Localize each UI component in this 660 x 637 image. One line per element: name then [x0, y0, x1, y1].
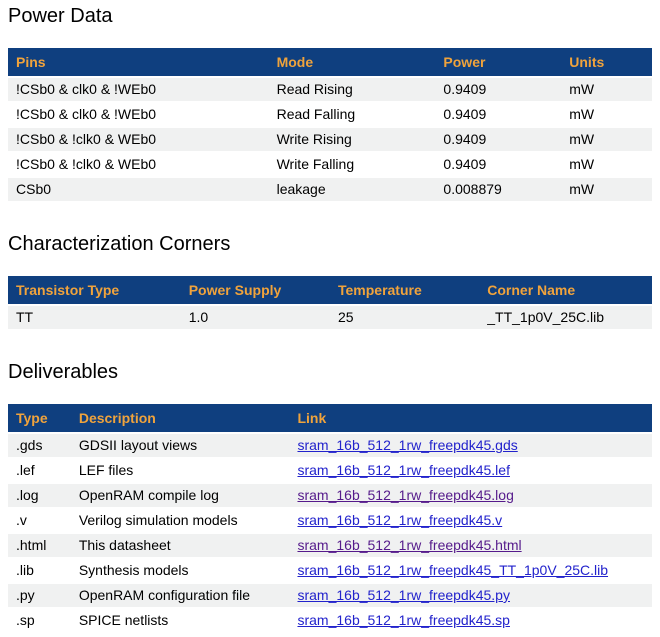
table-row: !CSb0 & clk0 & !WEb0Read Falling0.9409mW	[8, 103, 652, 126]
file-type-cell: .py	[8, 584, 71, 607]
table-cell: Write Rising	[269, 128, 436, 151]
column-header-power-supply: Power Supply	[181, 276, 330, 304]
table-cell: 0.9409	[435, 153, 561, 176]
file-link[interactable]: sram_16b_512_1rw_freepdk45.py	[297, 587, 509, 603]
column-header-units: Units	[561, 48, 652, 76]
column-header-pins: Pins	[8, 48, 269, 76]
file-description-cell: This datasheet	[71, 534, 290, 557]
section-power-data: Power Data PinsModePowerUnits !CSb0 & cl…	[8, 5, 652, 203]
power-data-header-row: PinsModePowerUnits	[8, 48, 652, 76]
characterization-corners-title: Characterization Corners	[8, 233, 652, 256]
file-link[interactable]: sram_16b_512_1rw_freepdk45.v	[297, 512, 502, 528]
table-cell: mW	[561, 178, 652, 201]
file-description-cell: OpenRAM configuration file	[71, 584, 290, 607]
table-row: .vVerilog simulation models sram_16b_512_…	[8, 509, 652, 532]
table-cell: 0.008879	[435, 178, 561, 201]
column-header-temperature: Temperature	[330, 276, 479, 304]
table-row: .logOpenRAM compile log sram_16b_512_1rw_…	[8, 484, 652, 507]
table-cell: 0.9409	[435, 78, 561, 101]
deliverables-body: .gdsGDSII layout views sram_16b_512_1rw_f…	[8, 434, 652, 632]
table-row: .htmlThis datasheet sram_16b_512_1rw_free…	[8, 534, 652, 557]
file-type-cell: .gds	[8, 434, 71, 457]
power-data-body: !CSb0 & clk0 & !WEb0Read Rising0.9409mW!…	[8, 78, 652, 201]
file-type-cell: .log	[8, 484, 71, 507]
column-header-link: Link	[289, 404, 652, 432]
column-header-description: Description	[71, 404, 290, 432]
file-description-cell: LEF files	[71, 459, 290, 482]
file-description-cell: GDSII layout views	[71, 434, 290, 457]
table-cell: Write Falling	[269, 153, 436, 176]
table-cell: !CSb0 & !clk0 & WEb0	[8, 153, 269, 176]
table-cell: mW	[561, 153, 652, 176]
datasheet-page: Power Data PinsModePowerUnits !CSb0 & cl…	[8, 5, 652, 634]
characterization-corners-header-row: Transistor TypePower SupplyTemperatureCo…	[8, 276, 652, 304]
file-link-cell: sram_16b_512_1rw_freepdk45.lef	[289, 459, 652, 482]
file-link-cell: sram_16b_512_1rw_freepdk45.gds	[289, 434, 652, 457]
table-cell: mW	[561, 103, 652, 126]
table-cell: TT	[8, 306, 181, 329]
deliverables-table: TypeDescriptionLink .gdsGDSII layout vie…	[8, 402, 652, 634]
table-row: TT1.025_TT_1p0V_25C.lib	[8, 306, 652, 329]
section-deliverables: Deliverables TypeDescriptionLink .gdsGDS…	[8, 361, 652, 634]
file-link[interactable]: sram_16b_512_1rw_freepdk45.sp	[297, 612, 509, 628]
table-cell: leakage	[269, 178, 436, 201]
deliverables-header-row: TypeDescriptionLink	[8, 404, 652, 432]
table-row: .spSPICE netlists sram_16b_512_1rw_freepd…	[8, 609, 652, 632]
section-characterization-corners: Characterization Corners Transistor Type…	[8, 233, 652, 331]
table-row: .libSynthesis models sram_16b_512_1rw_fre…	[8, 559, 652, 582]
file-description-cell: Verilog simulation models	[71, 509, 290, 532]
table-cell: _TT_1p0V_25C.lib	[479, 306, 652, 329]
table-cell: mW	[561, 78, 652, 101]
file-link[interactable]: sram_16b_512_1rw_freepdk45.lef	[297, 462, 509, 478]
table-row: .gdsGDSII layout views sram_16b_512_1rw_f…	[8, 434, 652, 457]
file-type-cell: .lib	[8, 559, 71, 582]
table-cell: 0.9409	[435, 103, 561, 126]
table-row: !CSb0 & !clk0 & WEb0Write Rising0.9409mW	[8, 128, 652, 151]
file-type-cell: .sp	[8, 609, 71, 632]
file-link[interactable]: sram_16b_512_1rw_freepdk45.gds	[297, 437, 517, 453]
power-data-title: Power Data	[8, 5, 652, 28]
file-description-cell: Synthesis models	[71, 559, 290, 582]
file-type-cell: .lef	[8, 459, 71, 482]
deliverables-title: Deliverables	[8, 361, 652, 384]
table-cell: 1.0	[181, 306, 330, 329]
file-link-cell: sram_16b_512_1rw_freepdk45.sp	[289, 609, 652, 632]
column-header-power: Power	[435, 48, 561, 76]
table-cell: CSb0	[8, 178, 269, 201]
table-row: .lefLEF files sram_16b_512_1rw_freepdk45.…	[8, 459, 652, 482]
power-data-table: PinsModePowerUnits !CSb0 & clk0 & !WEb0R…	[8, 46, 652, 203]
file-link-cell: sram_16b_512_1rw_freepdk45.log	[289, 484, 652, 507]
table-cell: !CSb0 & !clk0 & WEb0	[8, 128, 269, 151]
table-cell: mW	[561, 128, 652, 151]
file-link-cell: sram_16b_512_1rw_freepdk45_TT_1p0V_25C.l…	[289, 559, 652, 582]
file-link[interactable]: sram_16b_512_1rw_freepdk45.log	[297, 487, 513, 503]
table-row: .pyOpenRAM configuration file sram_16b_51…	[8, 584, 652, 607]
table-cell: Read Rising	[269, 78, 436, 101]
characterization-corners-table: Transistor TypePower SupplyTemperatureCo…	[8, 274, 652, 331]
file-description-cell: SPICE netlists	[71, 609, 290, 632]
table-cell: 0.9409	[435, 128, 561, 151]
file-link[interactable]: sram_16b_512_1rw_freepdk45.html	[297, 537, 521, 553]
file-link[interactable]: sram_16b_512_1rw_freepdk45_TT_1p0V_25C.l…	[297, 562, 608, 578]
column-header-corner-name: Corner Name	[479, 276, 652, 304]
table-cell: !CSb0 & clk0 & !WEb0	[8, 78, 269, 101]
table-row: !CSb0 & clk0 & !WEb0Read Rising0.9409mW	[8, 78, 652, 101]
table-row: CSb0leakage0.008879mW	[8, 178, 652, 201]
file-type-cell: .html	[8, 534, 71, 557]
file-link-cell: sram_16b_512_1rw_freepdk45.v	[289, 509, 652, 532]
column-header-transistor-type: Transistor Type	[8, 276, 181, 304]
file-description-cell: OpenRAM compile log	[71, 484, 290, 507]
table-cell: 25	[330, 306, 479, 329]
file-type-cell: .v	[8, 509, 71, 532]
table-cell: !CSb0 & clk0 & !WEb0	[8, 103, 269, 126]
table-cell: Read Falling	[269, 103, 436, 126]
column-header-type: Type	[8, 404, 71, 432]
file-link-cell: sram_16b_512_1rw_freepdk45.html	[289, 534, 652, 557]
characterization-corners-body: TT1.025_TT_1p0V_25C.lib	[8, 306, 652, 329]
table-row: !CSb0 & !clk0 & WEb0Write Falling0.9409m…	[8, 153, 652, 176]
column-header-mode: Mode	[269, 48, 436, 76]
file-link-cell: sram_16b_512_1rw_freepdk45.py	[289, 584, 652, 607]
